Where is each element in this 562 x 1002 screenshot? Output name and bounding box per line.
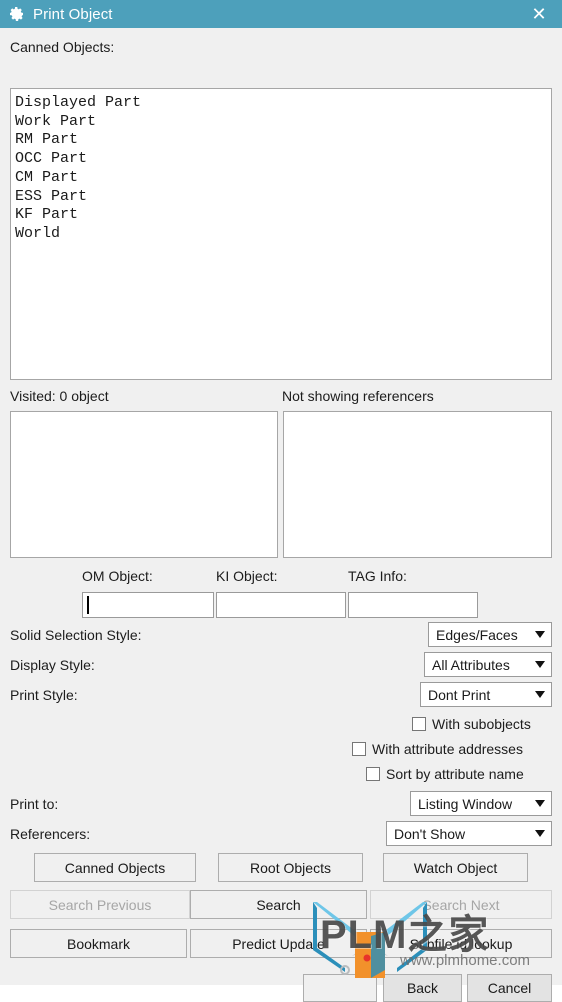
text-caret [87, 596, 89, 614]
canned-objects-list-items: Displayed Part Work Part RM Part OCC Par… [11, 89, 551, 244]
search-next-button-label: Search Next [422, 896, 500, 913]
with-attribute-addresses-checkbox[interactable] [352, 742, 366, 756]
referencers-list[interactable] [283, 411, 552, 558]
list-item[interactable]: KF Part [15, 206, 551, 225]
print-to-select[interactable]: Listing Window [410, 791, 552, 816]
chevron-down-icon [535, 631, 545, 638]
close-icon[interactable]: ✕ [526, 0, 552, 28]
tag-info-input[interactable] [348, 592, 478, 618]
list-item[interactable]: Work Part [15, 113, 551, 132]
solid-selection-style-label: Solid Selection Style: [10, 627, 142, 643]
ok-button[interactable] [303, 974, 377, 1002]
search-button-label: Search [256, 896, 301, 913]
with-subobjects-label: With subobjects [432, 716, 531, 732]
referencers-value: Don't Show [394, 825, 466, 842]
canned-objects-button[interactable]: Canned Objects [34, 853, 196, 882]
display-style-value: All Attributes [432, 656, 510, 673]
subfile-id-lookup-button-label: Subfile id lookup [409, 935, 513, 952]
chevron-down-icon [535, 800, 545, 807]
display-style-select[interactable]: All Attributes [424, 652, 552, 677]
print-style-label: Print Style: [10, 687, 78, 703]
print-to-label: Print to: [10, 796, 59, 812]
root-objects-button[interactable]: Root Objects [218, 853, 363, 882]
print-style-value: Dont Print [428, 686, 491, 703]
search-previous-button-label: Search Previous [48, 896, 152, 913]
sort-by-attribute-name-checkbox-row[interactable]: Sort by attribute name [366, 766, 524, 782]
with-attribute-addresses-label: With attribute addresses [372, 741, 523, 757]
list-item[interactable]: World [15, 225, 551, 244]
chevron-down-icon [535, 830, 545, 837]
list-item[interactable]: OCC Part [15, 150, 551, 169]
subfile-id-lookup-button[interactable]: Subfile id lookup [370, 929, 552, 958]
list-item[interactable]: Displayed Part [15, 94, 551, 113]
om-object-input[interactable] [82, 592, 214, 618]
ki-object-label: KI Object: [216, 568, 278, 584]
sort-by-attribute-name-checkbox[interactable] [366, 767, 380, 781]
bookmark-button[interactable]: Bookmark [10, 929, 187, 958]
titlebar: Print Object ✕ [0, 0, 562, 28]
watch-object-button-label: Watch Object [413, 859, 498, 876]
sort-by-attribute-name-label: Sort by attribute name [386, 766, 524, 782]
print-object-dialog: Print Object ✕ Canned Objects: Displayed… [0, 0, 562, 1002]
search-button[interactable]: Search [190, 890, 367, 919]
om-object-label: OM Object: [82, 568, 153, 584]
back-button-label: Back [406, 980, 439, 996]
with-subobjects-checkbox-row[interactable]: With subobjects [412, 716, 531, 732]
window-title: Print Object [33, 5, 113, 23]
canned-objects-list[interactable]: Displayed Part Work Part RM Part OCC Par… [10, 88, 552, 380]
tag-info-label: TAG Info: [348, 568, 407, 584]
cancel-button[interactable]: Cancel [467, 974, 552, 1002]
list-item[interactable]: RM Part [15, 131, 551, 150]
root-objects-button-label: Root Objects [250, 859, 331, 876]
referencers-select[interactable]: Don't Show [386, 821, 552, 846]
with-subobjects-checkbox[interactable] [412, 717, 426, 731]
list-item[interactable]: ESS Part [15, 188, 551, 207]
chevron-down-icon [535, 691, 545, 698]
referencers-label: Not showing referencers [282, 388, 434, 404]
dialog-body: Canned Objects: Displayed Part Work Part… [0, 28, 562, 1002]
referencers-row-label: Referencers: [10, 826, 91, 842]
search-previous-button[interactable]: Search Previous [10, 890, 190, 919]
solid-selection-style-select[interactable]: Edges/Faces [428, 622, 552, 647]
chevron-down-icon [535, 661, 545, 668]
predict-update-button-label: Predict Update [232, 935, 325, 952]
predict-update-button[interactable]: Predict Update [190, 929, 367, 958]
watch-object-button[interactable]: Watch Object [383, 853, 528, 882]
list-item[interactable]: CM Part [15, 169, 551, 188]
canned-objects-label: Canned Objects: [10, 39, 115, 55]
with-attribute-addresses-checkbox-row[interactable]: With attribute addresses [352, 741, 523, 757]
display-style-label: Display Style: [10, 657, 95, 673]
bookmark-button-label: Bookmark [66, 935, 131, 952]
print-to-value: Listing Window [418, 795, 513, 812]
back-button[interactable]: Back [383, 974, 462, 1002]
visited-objects-list[interactable] [10, 411, 278, 558]
ki-object-input[interactable] [216, 592, 346, 618]
print-style-select[interactable]: Dont Print [420, 682, 552, 707]
visited-label: Visited: 0 object [10, 388, 109, 404]
cancel-button-label: Cancel [487, 980, 532, 996]
solid-selection-style-value: Edges/Faces [436, 626, 518, 643]
gear-icon [10, 7, 23, 21]
search-next-button[interactable]: Search Next [370, 890, 552, 919]
canned-objects-button-label: Canned Objects [64, 859, 166, 876]
